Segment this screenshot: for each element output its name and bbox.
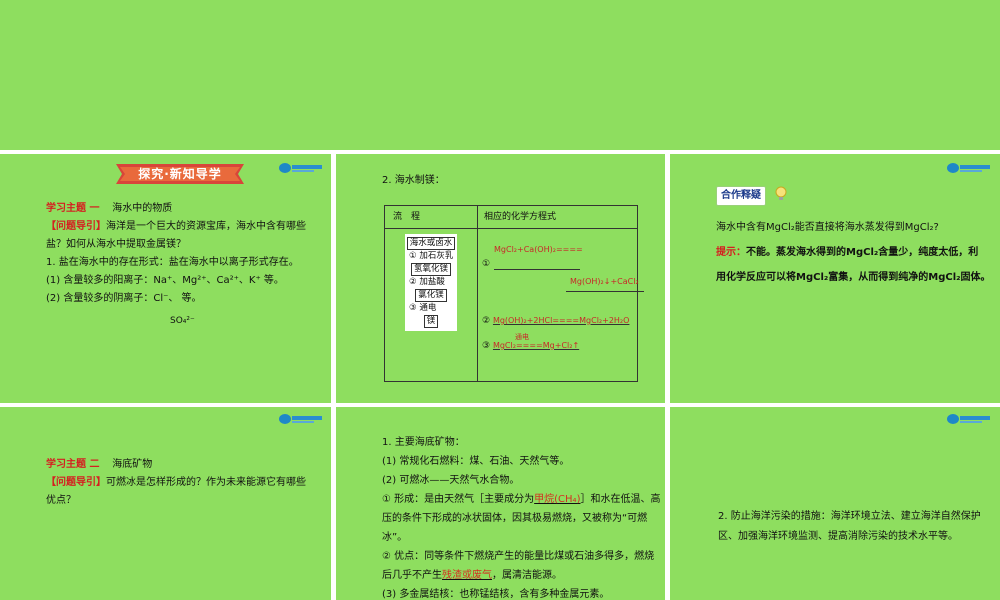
- answer-methane: 甲烷(CH₄): [534, 494, 581, 505]
- hint-text-1: 不能。蒸发海水得到的MgCl₂含量少，纯度太低，利: [746, 247, 979, 258]
- publisher-logo-icon: [279, 414, 322, 424]
- question-text: 海水中含有MgCl₂能否直接将海水蒸发得到MgCl₂?: [716, 222, 939, 233]
- header-process: 流 程: [384, 205, 478, 229]
- equation-1-part-1: MgCl₂+Ca(OH)₂====: [494, 245, 583, 254]
- publisher-logo-icon: [279, 163, 322, 173]
- equation-2-text: Mg(OH)₂+2HCl====MgCl₂+2H₂O: [492, 316, 630, 325]
- equation-2-number: ②: [482, 316, 491, 326]
- item-2: (1) 含量较多的阳离子：Na⁺、Mg²⁺、Ca²⁺、K⁺ 等。: [46, 275, 284, 286]
- flow-product-1: 氢氧化镁: [410, 263, 451, 276]
- hint-line-1: 提示：不能。蒸发海水得到的MgCl₂含量少，纯度太低，利: [716, 240, 998, 265]
- process-flowchart: 海水或卤水 ① 加石灰乳 氢氧化镁 ② 加盐酸 氯化镁 ③ 通电 镁: [405, 234, 457, 331]
- equation-3-number: ③: [482, 341, 491, 351]
- publisher-logo-icon: [947, 163, 990, 173]
- table-header-row: 流 程 相应的化学方程式: [384, 205, 638, 229]
- line-9: (3) 多金属结核：也称锰结核，含有多种金属元素。: [382, 589, 610, 600]
- guide-question: 【问题导引】海洋是一个巨大的资源宝库，海水中含有哪些: [46, 218, 326, 236]
- guide-question: 【问题导引】可燃冰是怎样形成的？作为未来能源它有哪些: [46, 474, 326, 492]
- flow-product-2: 氯化镁: [415, 289, 447, 302]
- banner-title: 探究·新知导学: [138, 167, 222, 181]
- line-8-end: ，属清洁能源。: [492, 570, 562, 581]
- equation-2: ② Mg(OH)₂+2HCl====MgCl₂+2H₂O: [482, 314, 629, 328]
- flow-step-1: ① 加石灰乳: [409, 251, 454, 261]
- slide-4[interactable]: 学习主题 二 海底矿物 【问题导引】可燃冰是怎样形成的？作为未来能源它有哪些 优…: [0, 407, 331, 600]
- cooperation-badge: 合作释疑: [716, 186, 766, 206]
- guide-text-2: 盐？如何从海水中提取金属镁？: [46, 239, 186, 250]
- process-table: 流 程 相应的化学方程式 海水或卤水 ① 加石灰乳 氢氧化镁 ② 加盐酸 氯化镁…: [384, 205, 644, 382]
- slide-2[interactable]: 2. 海水制镁： 流 程 相应的化学方程式 海水或卤水 ① 加石灰乳 氢氧化镁 …: [336, 154, 665, 403]
- slide-6[interactable]: 2. 防止海洋污染的措施：海洋环境立法、建立海洋自然保护 区、加强海洋环境监测、…: [670, 407, 1000, 600]
- equation-1-underline: [566, 291, 644, 292]
- line-2: 区、加强海洋环境监测、提高消除污染的技术水平等。: [718, 531, 958, 542]
- line-7: ② 优点：同等条件下燃烧产生的能量比煤或石油多得多，燃烧: [382, 551, 655, 562]
- sulfate-formula: SO₄²⁻: [170, 316, 195, 326]
- line-6: 冰”。: [382, 532, 408, 543]
- guide-text-1: 海洋是一个巨大的资源宝库，海水中含有哪些: [106, 221, 306, 232]
- badge-label: 合作释疑: [721, 190, 761, 201]
- equation-3: 通电 ③ MgCl₂====Mg+Cl₂↑: [482, 333, 580, 353]
- publisher-logo-icon: [947, 414, 990, 424]
- topic-title: 海水中的物质: [112, 203, 173, 214]
- equation-3-text: MgCl₂====Mg+Cl₂↑: [492, 341, 580, 350]
- line-2: (1) 常规化石燃料：煤、石油、天然气等。: [382, 456, 570, 467]
- section-banner: 探究·新知导学: [112, 162, 248, 186]
- topic-label: 学习主题 一: [46, 203, 100, 214]
- lightbulb-icon: [775, 186, 787, 200]
- equation-3-condition: 通电: [515, 333, 529, 341]
- flow-step-2: ② 加盐酸: [409, 277, 445, 287]
- hint-text-2: 用化学反应可以将MgCl₂富集，从而得到纯净的MgCl₂固体。: [716, 272, 991, 283]
- guide-label: 【问题导引】: [46, 477, 106, 488]
- line-8: 后几乎不产生残渣或废气，属清洁能源。: [382, 566, 665, 585]
- guide-label: 【问题导引】: [46, 221, 106, 232]
- item-3: (2) 含量较多的阴离子：Cl⁻、 等。: [46, 293, 202, 304]
- slide-5[interactable]: 1. 主要海底矿物： (1) 常规化石燃料：煤、石油、天然气等。 (2) 可燃冰…: [336, 407, 665, 600]
- slide-2-heading: 2. 海水制镁：: [382, 175, 445, 186]
- topic-heading: 学习主题 二 海底矿物: [46, 456, 326, 474]
- answer-residue: 残渣或废气: [442, 570, 492, 581]
- header-equation: 相应的化学方程式: [477, 205, 638, 229]
- line-4-end: ］和水在低温、高: [580, 494, 661, 505]
- item-1: 1. 盐在海水中的存在形式：盐在海水中以离子形式存在。: [46, 257, 299, 268]
- line-5: 压的条件下形成的冰状固体，因其极易燃烧，又被称为“可燃: [382, 513, 648, 524]
- equation-1-part-2: Mg(OH)₂↓+CaCl₂: [570, 277, 639, 286]
- line-4: ① 形成：是由天然气［主要成分为甲烷(CH₄)］和水在低温、高: [382, 490, 665, 509]
- topic-label: 学习主题 二: [46, 459, 100, 470]
- equation-1-blank: [494, 269, 580, 270]
- guide-text-2: 优点？: [46, 495, 76, 506]
- flow-product-3: 镁: [423, 315, 439, 328]
- slide-3[interactable]: 合作释疑 海水中含有MgCl₂能否直接将海水蒸发得到MgCl₂? 提示：不能。蒸…: [670, 154, 1000, 403]
- line-4-start: ① 形成：是由天然气［主要成分为: [382, 494, 535, 505]
- table-body-row: 海水或卤水 ① 加石灰乳 氢氧化镁 ② 加盐酸 氯化镁 ③ 通电 镁 MgCl₂…: [384, 228, 644, 382]
- line-3: (2) 可燃冰——天然气水合物。: [382, 475, 520, 486]
- topic-heading: 学习主题 一 海水中的物质: [46, 200, 326, 218]
- guide-text-1: 可燃冰是怎样形成的？作为未来能源它有哪些: [106, 477, 306, 488]
- line-1: 2. 防止海洋污染的措施：海洋环境立法、建立海洋自然保护: [718, 511, 981, 522]
- hint-label: 提示：: [716, 247, 746, 258]
- topic-title: 海底矿物: [112, 459, 153, 470]
- line-8-start: 后几乎不产生: [382, 570, 442, 581]
- slide-1[interactable]: 探究·新知导学 学习主题 一 海水中的物质 【问题导引】海洋是一个巨大的资源宝库…: [0, 154, 331, 403]
- flow-step-3: ③ 通电: [409, 303, 437, 313]
- equation-1-number: ①: [482, 259, 491, 269]
- flow-start: 海水或卤水: [406, 237, 456, 250]
- line-1: 1. 主要海底矿物：: [382, 437, 465, 448]
